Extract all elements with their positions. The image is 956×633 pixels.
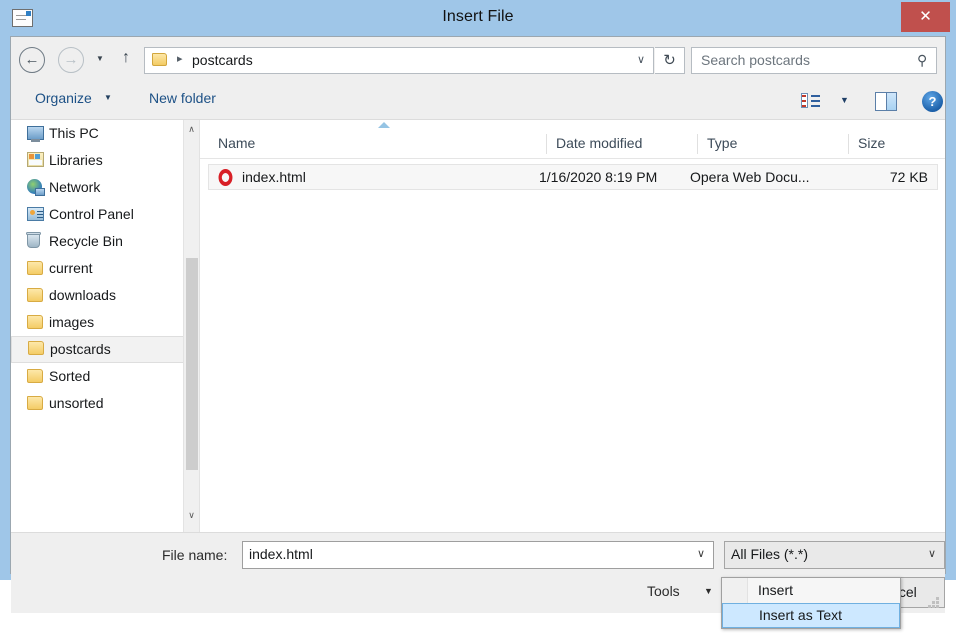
sidebar-item-label: Network (49, 179, 101, 195)
new-folder-button[interactable]: New folder (149, 90, 216, 106)
address-bar[interactable]: ▸ postcards ∨ (144, 47, 654, 74)
close-button[interactable]: ✕ (901, 2, 950, 32)
preview-pane-icon[interactable] (875, 92, 897, 111)
column-header-date-modified[interactable]: Date modified (556, 135, 642, 151)
sidebar-item-label: current (49, 260, 93, 276)
sidebar-item-sorted[interactable]: Sorted (11, 363, 199, 390)
menu-item-insert-as-text[interactable]: Insert as Text (722, 603, 900, 628)
recent-locations-chevron-down-icon[interactable]: ▼ (93, 54, 107, 66)
sidebar-scrollbar[interactable]: ∧ ∨ (183, 120, 199, 532)
recycle-bin-icon (26, 232, 41, 248)
breadcrumb-path[interactable]: postcards (192, 52, 253, 68)
sidebar-item-label: Recycle Bin (49, 233, 123, 249)
column-divider[interactable] (848, 134, 849, 154)
folder-icon (27, 396, 43, 410)
organize-chevron-down-icon[interactable]: ▼ (104, 93, 112, 102)
column-header-size[interactable]: Size (858, 135, 885, 151)
cell-date-modified: 1/16/2020 8:19 PM (539, 169, 658, 185)
command-bar: Organize ▼ New folder ▼ ? (11, 83, 945, 119)
folder-icon (28, 341, 44, 355)
folder-icon (27, 288, 43, 302)
file-name-input[interactable]: index.html ∨ (242, 541, 714, 569)
scrollbar-thumb[interactable] (186, 258, 198, 470)
menu-item-label: Insert (758, 582, 794, 598)
search-icon: ⚲ (916, 52, 927, 68)
menu-item-label: Insert as Text (759, 607, 843, 623)
resize-grip[interactable] (928, 597, 940, 609)
network-globe-icon (27, 179, 45, 196)
address-chevron-down-icon[interactable]: ∨ (637, 53, 645, 66)
column-header-name[interactable]: Name (218, 135, 255, 151)
sidebar-item-label: Sorted (49, 368, 91, 384)
navigation-bar: ← → ▼ ↑ ▸ postcards ∨ ↻ Search postcards… (11, 37, 945, 83)
control-panel-icon (27, 207, 44, 221)
sidebar-item-network[interactable]: Network (11, 174, 199, 201)
folder-icon (27, 315, 43, 329)
file-type-filter-select[interactable]: All Files (*.*) ∨ (724, 541, 945, 569)
insert-dropdown-menu: Insert Insert as Text (721, 577, 901, 629)
search-placeholder: Search postcards (701, 52, 810, 68)
back-arrow-icon: ← (24, 51, 40, 68)
insert-file-window: Insert File ✕ ← → ▼ ↑ ▸ postcards ∨ ↻ Se… (0, 0, 956, 613)
search-input[interactable]: Search postcards ⚲ (691, 47, 937, 74)
file-name-label: File name: (162, 547, 228, 563)
sidebar-item-label: This PC (49, 125, 99, 141)
sidebar-item-images[interactable]: images (11, 309, 199, 336)
chevron-down-icon: ∨ (927, 548, 936, 560)
chevron-down-icon[interactable]: ∨ (697, 547, 705, 560)
view-layout-icon[interactable] (801, 93, 820, 110)
dialog-body: ← → ▼ ↑ ▸ postcards ∨ ↻ Search postcards… (10, 36, 946, 613)
tools-chevron-down-icon[interactable]: ▼ (704, 586, 713, 596)
sidebar-item-label: Control Panel (49, 206, 134, 222)
column-divider[interactable] (546, 134, 547, 154)
sidebar-item-recycle-bin[interactable]: Recycle Bin (11, 228, 199, 255)
tools-button[interactable]: Tools (647, 583, 680, 599)
help-icon[interactable]: ? (922, 91, 943, 112)
forward-arrow-icon: → (63, 51, 79, 68)
libraries-icon (27, 152, 44, 167)
file-name-value: index.html (249, 546, 313, 562)
sidebar-item-label: unsorted (49, 395, 104, 411)
breadcrumb-separator-icon: ▸ (177, 53, 183, 65)
sort-ascending-icon (378, 122, 390, 128)
view-chevron-down-icon[interactable]: ▼ (840, 95, 849, 105)
scroll-up-icon[interactable]: ∧ (184, 124, 199, 142)
file-list-header: Name Date modified Type Size (200, 130, 945, 159)
organize-button[interactable]: Organize (35, 90, 92, 106)
folder-icon (27, 369, 43, 383)
sidebar-item-label: images (49, 314, 95, 330)
sidebar-item-postcards[interactable]: postcards (11, 336, 199, 363)
forward-button[interactable]: → (58, 47, 84, 73)
title-bar: Insert File ✕ (0, 0, 956, 38)
sidebar-item-current[interactable]: current (11, 255, 199, 282)
window-title: Insert File (442, 8, 514, 25)
folder-icon (152, 53, 168, 67)
folder-icon (27, 261, 43, 275)
sidebar-item-label: Libraries (49, 152, 103, 168)
file-list: Name Date modified Type Size index.html … (199, 120, 945, 532)
back-button[interactable]: ← (19, 47, 45, 73)
scroll-down-icon[interactable]: ∨ (184, 510, 199, 528)
content-area: This PC Libraries Network Control Panel … (11, 119, 945, 533)
menu-item-insert[interactable]: Insert (722, 578, 900, 603)
cell-size: 72 KB (889, 169, 928, 185)
column-header-type[interactable]: Type (707, 135, 737, 151)
sidebar-item-libraries[interactable]: Libraries (11, 147, 199, 174)
sidebar-item-label: downloads (49, 287, 116, 303)
cell-name: index.html (242, 169, 306, 185)
sidebar-item-unsorted[interactable]: unsorted (11, 390, 199, 417)
column-divider[interactable] (697, 134, 698, 154)
table-row[interactable]: index.html 1/16/2020 8:19 PM Opera Web D… (208, 164, 938, 190)
navigation-tree: This PC Libraries Network Control Panel … (11, 120, 199, 532)
sidebar-item-downloads[interactable]: downloads (11, 282, 199, 309)
sidebar-item-this-pc[interactable]: This PC (11, 120, 199, 147)
up-one-level-button[interactable]: ↑ (116, 49, 136, 71)
sidebar-item-label: postcards (50, 341, 111, 357)
file-type-filter-value: All Files (*.*) (731, 546, 809, 562)
sidebar-item-control-panel[interactable]: Control Panel (11, 201, 199, 228)
refresh-icon[interactable]: ↻ (655, 47, 685, 74)
monitor-icon (27, 126, 44, 142)
opera-icon (218, 169, 233, 186)
